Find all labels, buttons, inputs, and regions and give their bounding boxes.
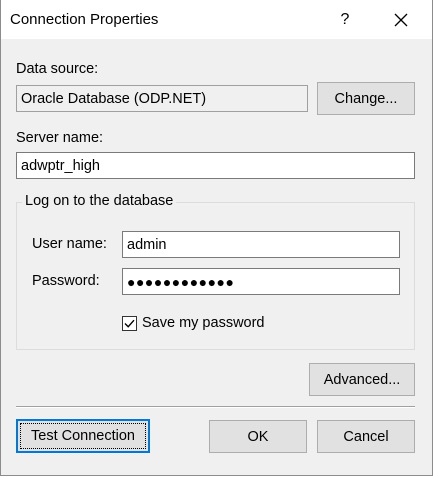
help-button[interactable]: ? [327,4,363,36]
checkmark-icon [124,319,135,328]
ok-button-label: OK [247,428,269,445]
close-icon [394,13,408,27]
advanced-button[interactable]: Advanced... [309,363,415,396]
focus-ring [20,423,146,449]
test-connection-button[interactable]: Test Connection [16,419,150,453]
username-label: User name: [32,236,107,252]
close-button[interactable] [381,4,421,36]
logon-group-label: Log on to the database [22,193,177,209]
save-password-label: Save my password [142,315,265,331]
server-name-label: Server name: [16,130,104,146]
password-input[interactable]: ●●●●●●●●●●●● [122,268,400,295]
help-icon: ? [340,11,350,28]
username-value: admin [127,236,167,253]
advanced-button-label: Advanced... [323,371,401,388]
separator [16,406,415,408]
cancel-button[interactable]: Cancel [317,420,415,453]
server-name-value: adwptr_high [21,157,100,174]
data-source-label: Data source: [16,61,99,77]
title-bar: Connection Properties ? [1,0,432,39]
data-source-value: Oracle Database (ODP.NET) [21,90,207,107]
cancel-button-label: Cancel [343,428,389,445]
change-button[interactable]: Change... [317,82,415,115]
save-password-checkbox[interactable] [122,316,137,331]
password-label: Password: [32,273,100,289]
server-name-input[interactable]: adwptr_high [16,152,415,179]
change-button-label: Change... [334,90,398,107]
connection-properties-dialog: Connection Properties ? Data source: Ora… [0,0,433,476]
username-input[interactable]: admin [122,231,400,258]
data-source-field: Oracle Database (ODP.NET) [16,85,308,112]
password-value: ●●●●●●●●●●●● [127,273,235,290]
ok-button[interactable]: OK [209,420,307,453]
dialog-title: Connection Properties [10,11,159,28]
